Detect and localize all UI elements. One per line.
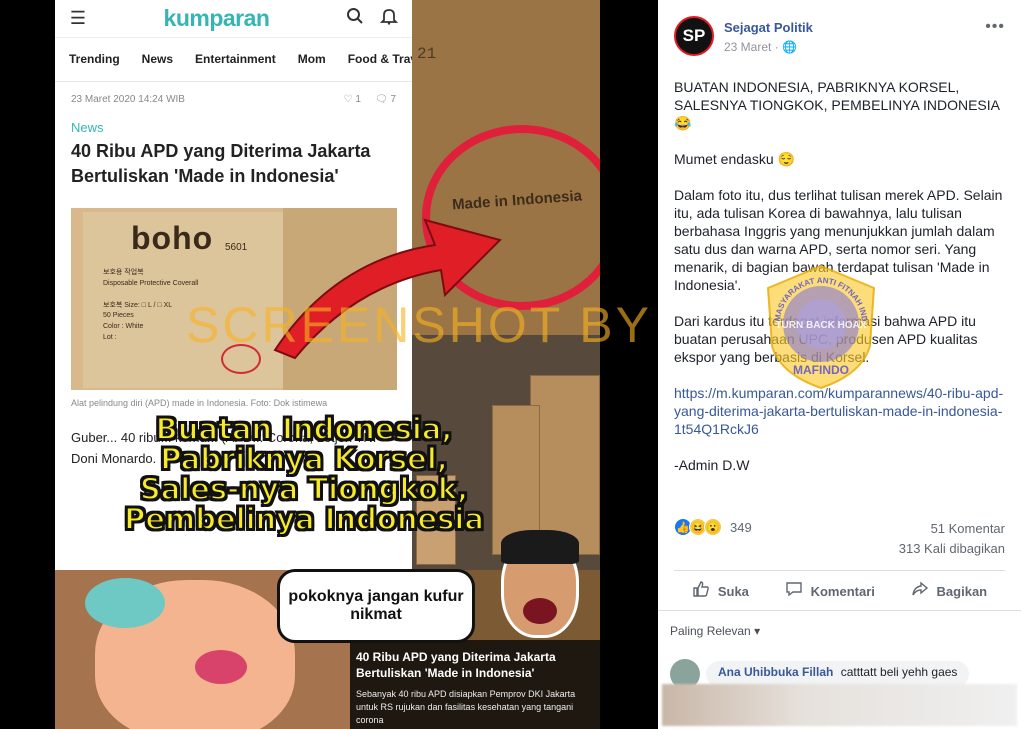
girl-lips-illustration — [195, 650, 247, 684]
post-paragraph: Mumet endasku 😌 — [674, 151, 795, 167]
kumparan-comment-count: 🗨 7 — [375, 94, 396, 105]
divider — [674, 570, 1005, 571]
kumparan-article-date: 23 Maret 2020 14:24 WIB — [71, 93, 185, 105]
kumparan-topbar: ☰ kumparan — [55, 0, 412, 38]
share-button[interactable]: Bagikan — [911, 580, 988, 603]
screenshot-watermark: SCREENSHOT BY — [186, 297, 652, 353]
meme-collage-image: ☰ kumparan Trending News Entertainment M… — [55, 0, 600, 729]
kumparan-article-counts: ♡ 1 🗨 7 — [344, 94, 396, 105]
kumparan-article-meta: 23 Maret 2020 14:24 WIB ♡ 1 🗨 7 — [55, 82, 412, 110]
wow-reaction-icon: 😮 — [704, 518, 722, 536]
thumbs-up-icon — [692, 580, 710, 603]
meme-line: Sales-nya Tiongkok, — [139, 472, 469, 507]
more-options-icon[interactable]: ••• — [985, 18, 1005, 36]
comment-button[interactable]: Komentari — [785, 580, 875, 603]
divider — [658, 610, 1021, 611]
kumparan-comments-value: 7 — [390, 93, 396, 105]
mafindo-stamp-logo: MASYARAKAT ANTI FITNAH INDONESIA TURN BA… — [762, 262, 876, 390]
comment-sort-dropdown[interactable]: Paling Relevan ▾ — [670, 624, 760, 638]
meme-headline: Buatan Indonesia, Pabriknya Korsel, Sale… — [69, 412, 539, 537]
post-header: SP Sejagat Politik 23 Maret · 🌐 ••• — [674, 16, 1005, 60]
kumparan-photo-caption: Alat pelindung diri (APD) made in Indone… — [71, 398, 328, 408]
stamp-org-text: MAFINDO — [793, 363, 849, 377]
post-link[interactable]: https://m.kumparan.com/kumparannews/40-r… — [674, 384, 1006, 438]
share-button-label: Bagikan — [936, 583, 988, 599]
reactions-summary[interactable]: 👍 😆 😮 349 — [674, 518, 752, 536]
reaction-count: 349 — [730, 519, 752, 535]
commenter-name-link[interactable]: Ana Uhibbuka Fillah — [718, 665, 833, 679]
search-icon — [344, 7, 366, 30]
caret-down-icon: ▾ — [754, 624, 761, 638]
kumparan-logo: kumparan — [163, 5, 270, 31]
page-avatar[interactable]: SP — [674, 16, 714, 56]
blurred-area — [662, 684, 1017, 726]
like-button[interactable]: Suka — [692, 580, 749, 603]
meme-line: Pembelinya Indonesia — [123, 502, 485, 537]
post-actions: Suka Komentari Bagikan — [674, 576, 1005, 606]
heart-icon: ♡ — [343, 93, 353, 105]
stamp-center-text: TURN BACK HOAX — [775, 320, 866, 331]
speech-bubble: pokoknya jangan kufur nikmat — [277, 569, 475, 643]
news-strip-subtitle: Sebanyak 40 ribu APD disiapkan Pemprov D… — [356, 689, 576, 726]
globe-icon: · 🌐 — [774, 40, 797, 54]
kumparan-article-title: 40 Ribu APD yang Diterima Jakarta Bertul… — [71, 141, 371, 187]
girl-bow-illustration — [85, 578, 165, 628]
comment-sort-label: Paling Relevan — [670, 624, 751, 638]
share-arrow-icon — [911, 580, 929, 603]
shares-count-link[interactable]: 313 Kali dibagikan — [899, 541, 1005, 556]
screenshot: ☰ kumparan Trending News Entertainment M… — [0, 0, 1021, 729]
kumparan-nav-trending: Trending — [69, 52, 120, 66]
kumparan-nav-news: News — [141, 52, 174, 66]
kumparan-nav-mom: Mom — [297, 52, 326, 66]
comment-icon — [785, 580, 803, 603]
comment-text: catttatt beli yehh gaes — [840, 665, 958, 679]
kumparan-likes-value: 1 — [355, 93, 361, 105]
kumparan-nav: Trending News Entertainment Mom Food & T… — [55, 38, 427, 82]
kumparan-topbar-actions — [344, 7, 400, 30]
post-date[interactable]: 23 Maret · 🌐 — [724, 40, 797, 54]
comment-icon: 🗨 — [374, 93, 388, 105]
hamburger-menu-icon: ☰ — [69, 8, 87, 28]
man-hair-illustration — [501, 530, 579, 564]
boho-brand-logo: boho — [131, 220, 214, 256]
comments-count-link[interactable]: 51 Komentar — [931, 521, 1005, 536]
bell-icon — [378, 7, 400, 30]
man-meme-sticker — [483, 520, 593, 660]
comment-button-label: Komentari — [810, 583, 875, 599]
meme-line: Buatan Indonesia, — [155, 412, 454, 446]
post-date-text: 23 Maret — [724, 40, 772, 54]
boho-box-label: 보호용 작업복 Disposable Protective Coverall 보… — [103, 269, 199, 342]
kumparan-nav-entertainment: Entertainment — [195, 52, 276, 66]
page-name-link[interactable]: Sejagat Politik — [724, 20, 813, 35]
post-paragraph: BUATAN INDONESIA, PABRIKNYA KORSEL, SALE… — [674, 79, 1000, 131]
post-signature: -Admin D.W — [674, 457, 750, 473]
closeup-box-number: 21 — [417, 45, 437, 63]
kumparan-like-count: ♡ 1 — [344, 94, 361, 105]
meme-line: Pabriknya Korsel, — [159, 442, 449, 477]
boho-box-number: 5601 — [225, 242, 248, 253]
like-button-label: Suka — [717, 583, 749, 599]
kumparan-article-category: News — [71, 120, 104, 135]
man-mouth-illustration — [523, 598, 557, 624]
